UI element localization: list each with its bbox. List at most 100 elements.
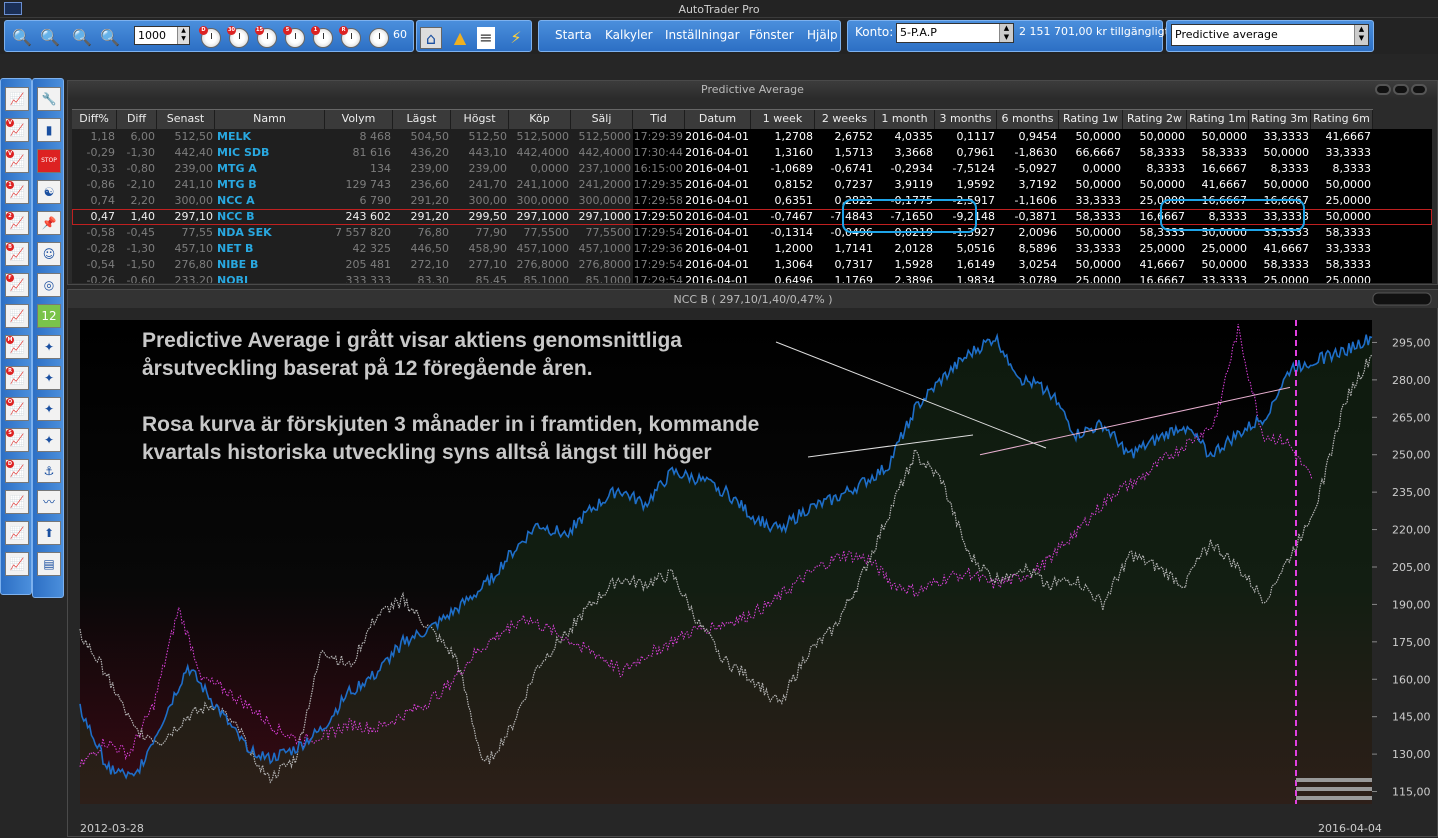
chart-type-icon[interactable]: 📈 [5,521,29,545]
clock-5-icon[interactable]: 5 [283,26,305,48]
column-header[interactable]: Rating 6m [1311,110,1373,129]
column-header[interactable]: Sälj [571,110,633,129]
table-cell: 8,3333 [1146,162,1186,175]
table-row[interactable]: -0,29 -1,30 442,40 MIC SDB 81 616 436,20 443,1… [72,145,1432,161]
chart-type-icon[interactable]: 📈 1 [5,180,29,204]
chart-type-icon[interactable]: 📈 V [5,118,29,142]
chart-type-icon[interactable]: 📈 2 [5,211,29,235]
menu-kalkyler[interactable]: Kalkyler [605,28,653,42]
calendar-icon[interactable]: 12 [37,304,61,328]
table-row[interactable]: -0,28 -1,30 457,10 NET B 42 325 446,50 458,90 4… [72,241,1432,257]
table-cell: 2,20 [117,193,157,209]
avatar[interactable]: ☺ [37,242,61,266]
column-header[interactable]: 3 months [935,110,997,129]
pin-icon[interactable]: 📌 [37,211,61,235]
column-header[interactable]: Senast [157,110,215,129]
chart-type-icon[interactable]: 📈 D [5,459,29,483]
menu-starta[interactable]: Starta [555,28,592,42]
chart-type-icon[interactable]: 📈 [5,87,29,111]
table-row[interactable]: -0,26 -0,60 233,20 NOBI 333 333 83,30 85,45 85,… [72,273,1432,283]
clock-icon[interactable] [369,28,389,48]
chart-type-icon[interactable]: 📈 [5,552,29,576]
menu-hjalp[interactable]: Hjälp [807,28,838,42]
clock-r-icon[interactable]: R [339,26,361,48]
chart-type-icon[interactable]: 📈 R [5,366,29,390]
y-tick-label: 115,00 [1392,786,1431,799]
column-header[interactable]: Rating 2w [1123,110,1187,129]
swirl-icon[interactable]: ◎ [37,273,61,297]
chart-type-icon[interactable]: 📈 [5,490,29,514]
column-header[interactable]: 2 weeks [815,110,875,129]
clock-1-icon[interactable]: 1 [311,26,333,48]
clock-d-icon[interactable]: D [199,26,221,48]
eject-icon[interactable]: ▲ [449,27,471,49]
navigator-icon[interactable]: ✦ [37,428,61,452]
chart-type-icon[interactable]: 📈 V [5,149,29,173]
konto-select[interactable]: 5-P.A.P ▲ ▼ [896,23,1014,43]
compass-icon[interactable]: ✦ [37,335,61,359]
column-header[interactable]: Köp [509,110,571,129]
anchor-icon[interactable]: ⚓ [37,459,61,483]
column-header[interactable]: Lägst [393,110,451,129]
table-row[interactable]: 1,18 6,00 512,50 MELK 8 468 504,50 512,50 512,5… [72,129,1432,145]
navigator-icon[interactable]: ✦ [37,366,61,390]
column-header[interactable]: Namn [215,110,325,129]
document-icon[interactable]: ▤ [37,552,61,576]
maximize-button[interactable] [1393,84,1409,95]
view-select-spinner[interactable]: ▲ ▼ [1354,25,1368,45]
chart-type-icon[interactable]: 📈 [5,304,29,328]
column-header[interactable]: Diff% [72,110,117,129]
column-header[interactable]: Datum [685,110,751,129]
chart-type-icon[interactable]: 📈 M [5,335,29,359]
column-header[interactable]: Rating 1w [1059,110,1123,129]
chart-type-icon[interactable]: 📈 B [5,242,29,266]
navigator-icon[interactable]: ✦ [37,397,61,421]
table-row[interactable]: -0,86 -2,10 241,10 MTG B 129 743 236,60 241,70… [72,177,1432,193]
zoom-out-icon[interactable]: 🔍 [71,27,93,49]
chart-window-buttons[interactable] [1372,292,1432,306]
zoom-in-icon[interactable]: 🔍 [11,27,33,49]
konto-spinner[interactable]: ▲ ▼ [999,24,1013,42]
table-row[interactable]: -0,54 -1,50 276,80 NIBE B 205 481 272,10 277,1… [72,257,1432,273]
home-icon[interactable]: ⌂ [420,27,442,49]
menu-installningar[interactable]: Inställningar [665,28,740,42]
column-header[interactable]: Högst [451,110,509,129]
line-chart-icon[interactable]: 〰 [37,490,61,514]
chart-type-icon[interactable]: 📈 O [5,397,29,421]
chart-type-icon[interactable]: 📈 F [5,273,29,297]
column-header[interactable]: Diff [117,110,157,129]
zoom-out-alt-icon[interactable]: 🔍 [99,27,121,49]
close-button[interactable] [1411,84,1427,95]
table-cell: 276,8000 [571,257,633,273]
badge: S [6,429,14,437]
table-cell: 276,80 [157,257,215,273]
clock-30-icon[interactable]: 30 [227,26,249,48]
arrow-up-icon[interactable]: ⬆ [37,521,61,545]
zoom-in-alt-icon[interactable]: 🔍 [39,27,61,49]
lightning-icon[interactable]: ⚡ [505,27,527,49]
bar-chart-icon[interactable]: ▮ [37,118,61,142]
clock-15-icon[interactable]: 15 [255,26,277,48]
yin-yang-icon[interactable]: ☯ [37,180,61,204]
column-header[interactable]: Tid [633,110,685,129]
column-header[interactable]: Rating 1m [1187,110,1249,129]
stop-icon[interactable]: STOP [37,149,61,173]
minimize-button[interactable] [1375,84,1391,95]
column-header[interactable]: 1 week [751,110,815,129]
badge: V [6,150,14,158]
document-icon[interactable]: ≡ [477,27,495,49]
column-header[interactable]: Rating 3m [1249,110,1311,129]
chart-type-icon[interactable]: 📈 S [5,428,29,452]
menu-fonster[interactable]: Fönster [749,28,794,42]
wrench-icon[interactable]: 🔧 [37,87,61,111]
column-header[interactable]: 6 months [997,110,1059,129]
quantity-field[interactable]: 1000 ▲ ▼ [134,26,190,45]
table-row[interactable]: -0,33 -0,80 239,00 MTG A 134 239,00 239,00 0,00… [72,161,1432,177]
column-header[interactable]: Volym [325,110,393,129]
column-header[interactable]: 1 month [875,110,935,129]
y-tick-label: 190,00 [1392,598,1431,611]
quantity-spinner[interactable]: ▲ ▼ [177,27,189,44]
view-select[interactable]: Predictive average ▲ ▼ [1171,24,1369,46]
table-cell: 512,5000 [571,129,633,145]
price-chart[interactable]: NCC B ( 297,10/1,40/0,47% ) 295,00 280,00 2… [68,290,1438,838]
